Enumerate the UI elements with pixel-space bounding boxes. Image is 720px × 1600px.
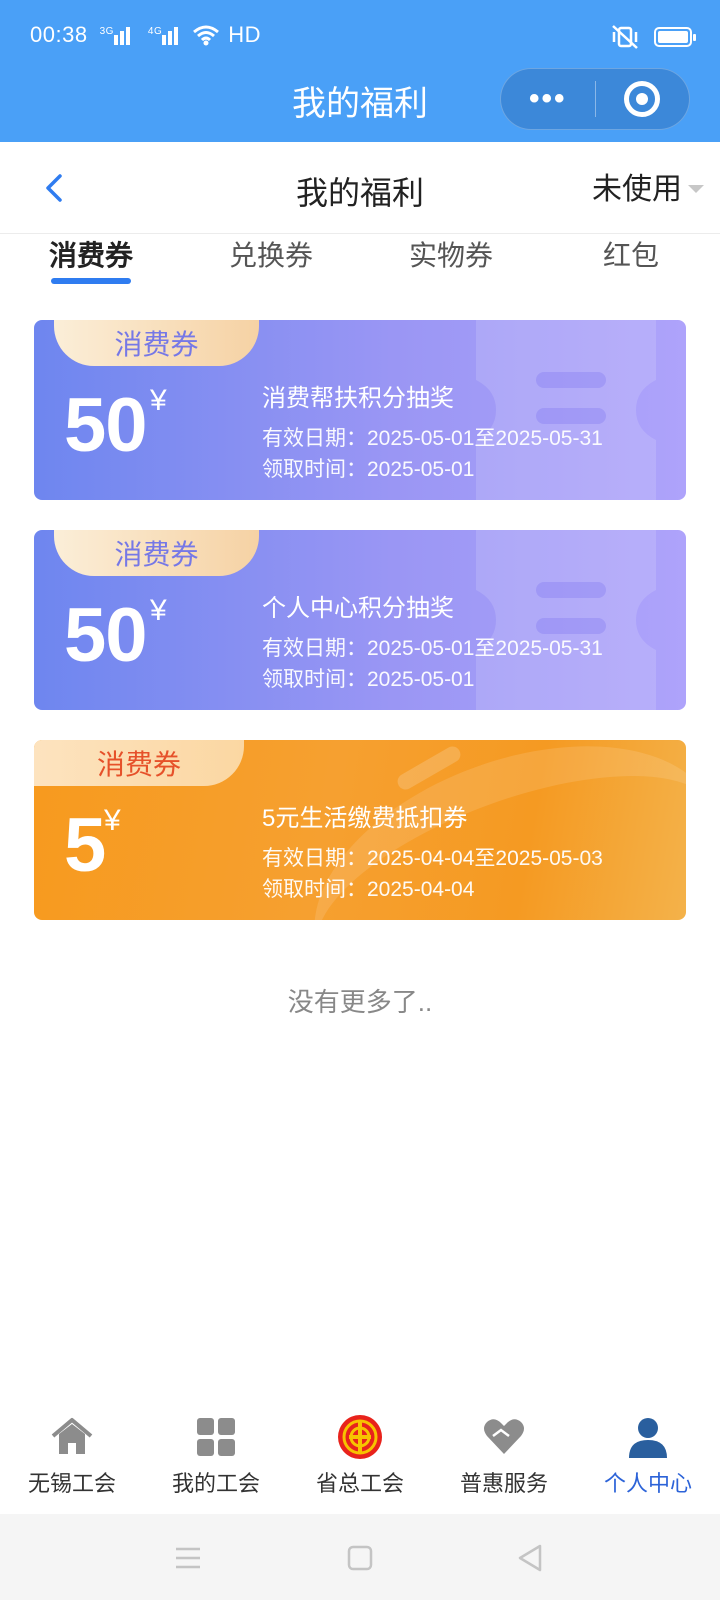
nav-label: 无锡工会	[27, 1471, 116, 1496]
caret-down-icon	[688, 185, 704, 193]
tab-consumer-coupon[interactable]: 消费券	[49, 234, 133, 274]
coupon-received-time: 领取时间：2025-05-01	[262, 668, 475, 691]
coupon-received-time: 领取时间：2025-05-01	[262, 458, 475, 481]
coupon-tag: 消费券	[54, 530, 259, 576]
nav-item-personal-center[interactable]: 个人中心	[576, 1414, 720, 1514]
mute-vibrate-icon	[612, 25, 638, 49]
end-of-list-text: 没有更多了..	[287, 987, 433, 1017]
coupon-type-tabs: 消费券 兑换券 实物券 红包	[0, 234, 720, 294]
wifi-icon	[193, 25, 220, 46]
status-bar: 00:38 3G 4G HD	[30, 22, 261, 48]
target-icon	[624, 81, 661, 117]
status-filter-dropdown[interactable]: 未使用	[592, 164, 704, 208]
system-nav-bar	[0, 1514, 720, 1600]
status-time: 00:38	[30, 22, 88, 47]
coupon-valid-date: 有效日期：2025-05-01至2025-05-31	[262, 637, 603, 660]
nav-item-benefit-service[interactable]: 普惠服务	[432, 1414, 576, 1514]
nav-label: 普惠服务	[459, 1471, 548, 1496]
grid-icon	[197, 1418, 235, 1456]
coupon-card[interactable]: 消费券 50 ¥ 个人中心积分抽奖 有效日期：2025-05-01至2025-0…	[34, 530, 686, 710]
top-bar: 00:38 3G 4G HD 我的福利 •••	[0, 0, 720, 142]
bottom-nav: 无锡工会 我的工会 省总工会 普惠服务 个人中心	[0, 1414, 720, 1514]
coupon-currency: ¥	[150, 594, 167, 627]
nav-item-wuxi-union[interactable]: 无锡工会	[0, 1414, 144, 1514]
more-button[interactable]: •••	[501, 68, 595, 130]
signal-icon-2: 4G	[148, 25, 184, 45]
coupon-currency: ¥	[104, 804, 121, 837]
back-triangle-icon[interactable]	[512, 1540, 548, 1576]
coupon-valid-date: 有效日期：2025-04-04至2025-05-03	[262, 847, 603, 870]
menu-icon[interactable]	[170, 1540, 206, 1576]
coupon-tag: 消费券	[34, 740, 244, 786]
coupon-card[interactable]: 消费券 50 ¥ 消费帮扶积分抽奖 有效日期：2025-05-01至2025-0…	[34, 320, 686, 500]
nav-item-provincial-union[interactable]: 省总工会	[288, 1414, 432, 1514]
person-icon	[629, 1418, 667, 1458]
home-square-icon[interactable]	[342, 1540, 378, 1576]
coupon-name: 个人中心积分抽奖	[262, 595, 454, 622]
tab-physical-coupon[interactable]: 实物券	[409, 234, 493, 274]
coupon-amount: 5	[64, 803, 106, 888]
nav-label: 个人中心	[603, 1471, 692, 1496]
coupon-valid-date: 有效日期：2025-05-01至2025-05-31	[262, 427, 603, 450]
coupon-currency: ¥	[150, 384, 167, 417]
hd-indicator: HD	[228, 22, 262, 47]
union-emblem-icon	[338, 1415, 382, 1459]
tab-exchange-coupon[interactable]: 兑换券	[229, 234, 313, 274]
ticket-watermark-icon	[476, 320, 656, 500]
nav-item-my-union[interactable]: 我的工会	[144, 1414, 288, 1514]
active-tab-indicator	[51, 278, 131, 284]
nav-label: 我的工会	[171, 1471, 260, 1496]
coupon-name: 消费帮扶积分抽奖	[262, 385, 454, 412]
heart-hands-icon	[484, 1419, 524, 1454]
coupon-amount: 50	[64, 383, 148, 468]
home-icon	[51, 1418, 93, 1454]
signal-icon-1: 3G	[100, 25, 136, 45]
coupon-card[interactable]: 消费券 5 ¥ 5元生活缴费抵扣券 有效日期：2025-04-04至2025-0…	[34, 740, 686, 920]
battery-icon	[654, 27, 696, 47]
ticket-watermark-icon	[476, 530, 656, 710]
page-header: 我的福利 未使用	[0, 142, 720, 234]
close-mini-program-button[interactable]	[596, 81, 690, 117]
coupon-amount: 50	[64, 593, 148, 678]
mini-program-capsule: •••	[500, 68, 690, 130]
nav-label: 省总工会	[315, 1471, 404, 1496]
tab-red-packet[interactable]: 红包	[603, 234, 659, 274]
coupon-received-time: 领取时间：2025-04-04	[262, 878, 475, 901]
status-right	[610, 24, 696, 50]
coupon-name: 5元生活缴费抵扣券	[262, 805, 468, 832]
status-filter-label: 未使用	[592, 173, 682, 206]
coupon-tag: 消费券	[54, 320, 259, 366]
